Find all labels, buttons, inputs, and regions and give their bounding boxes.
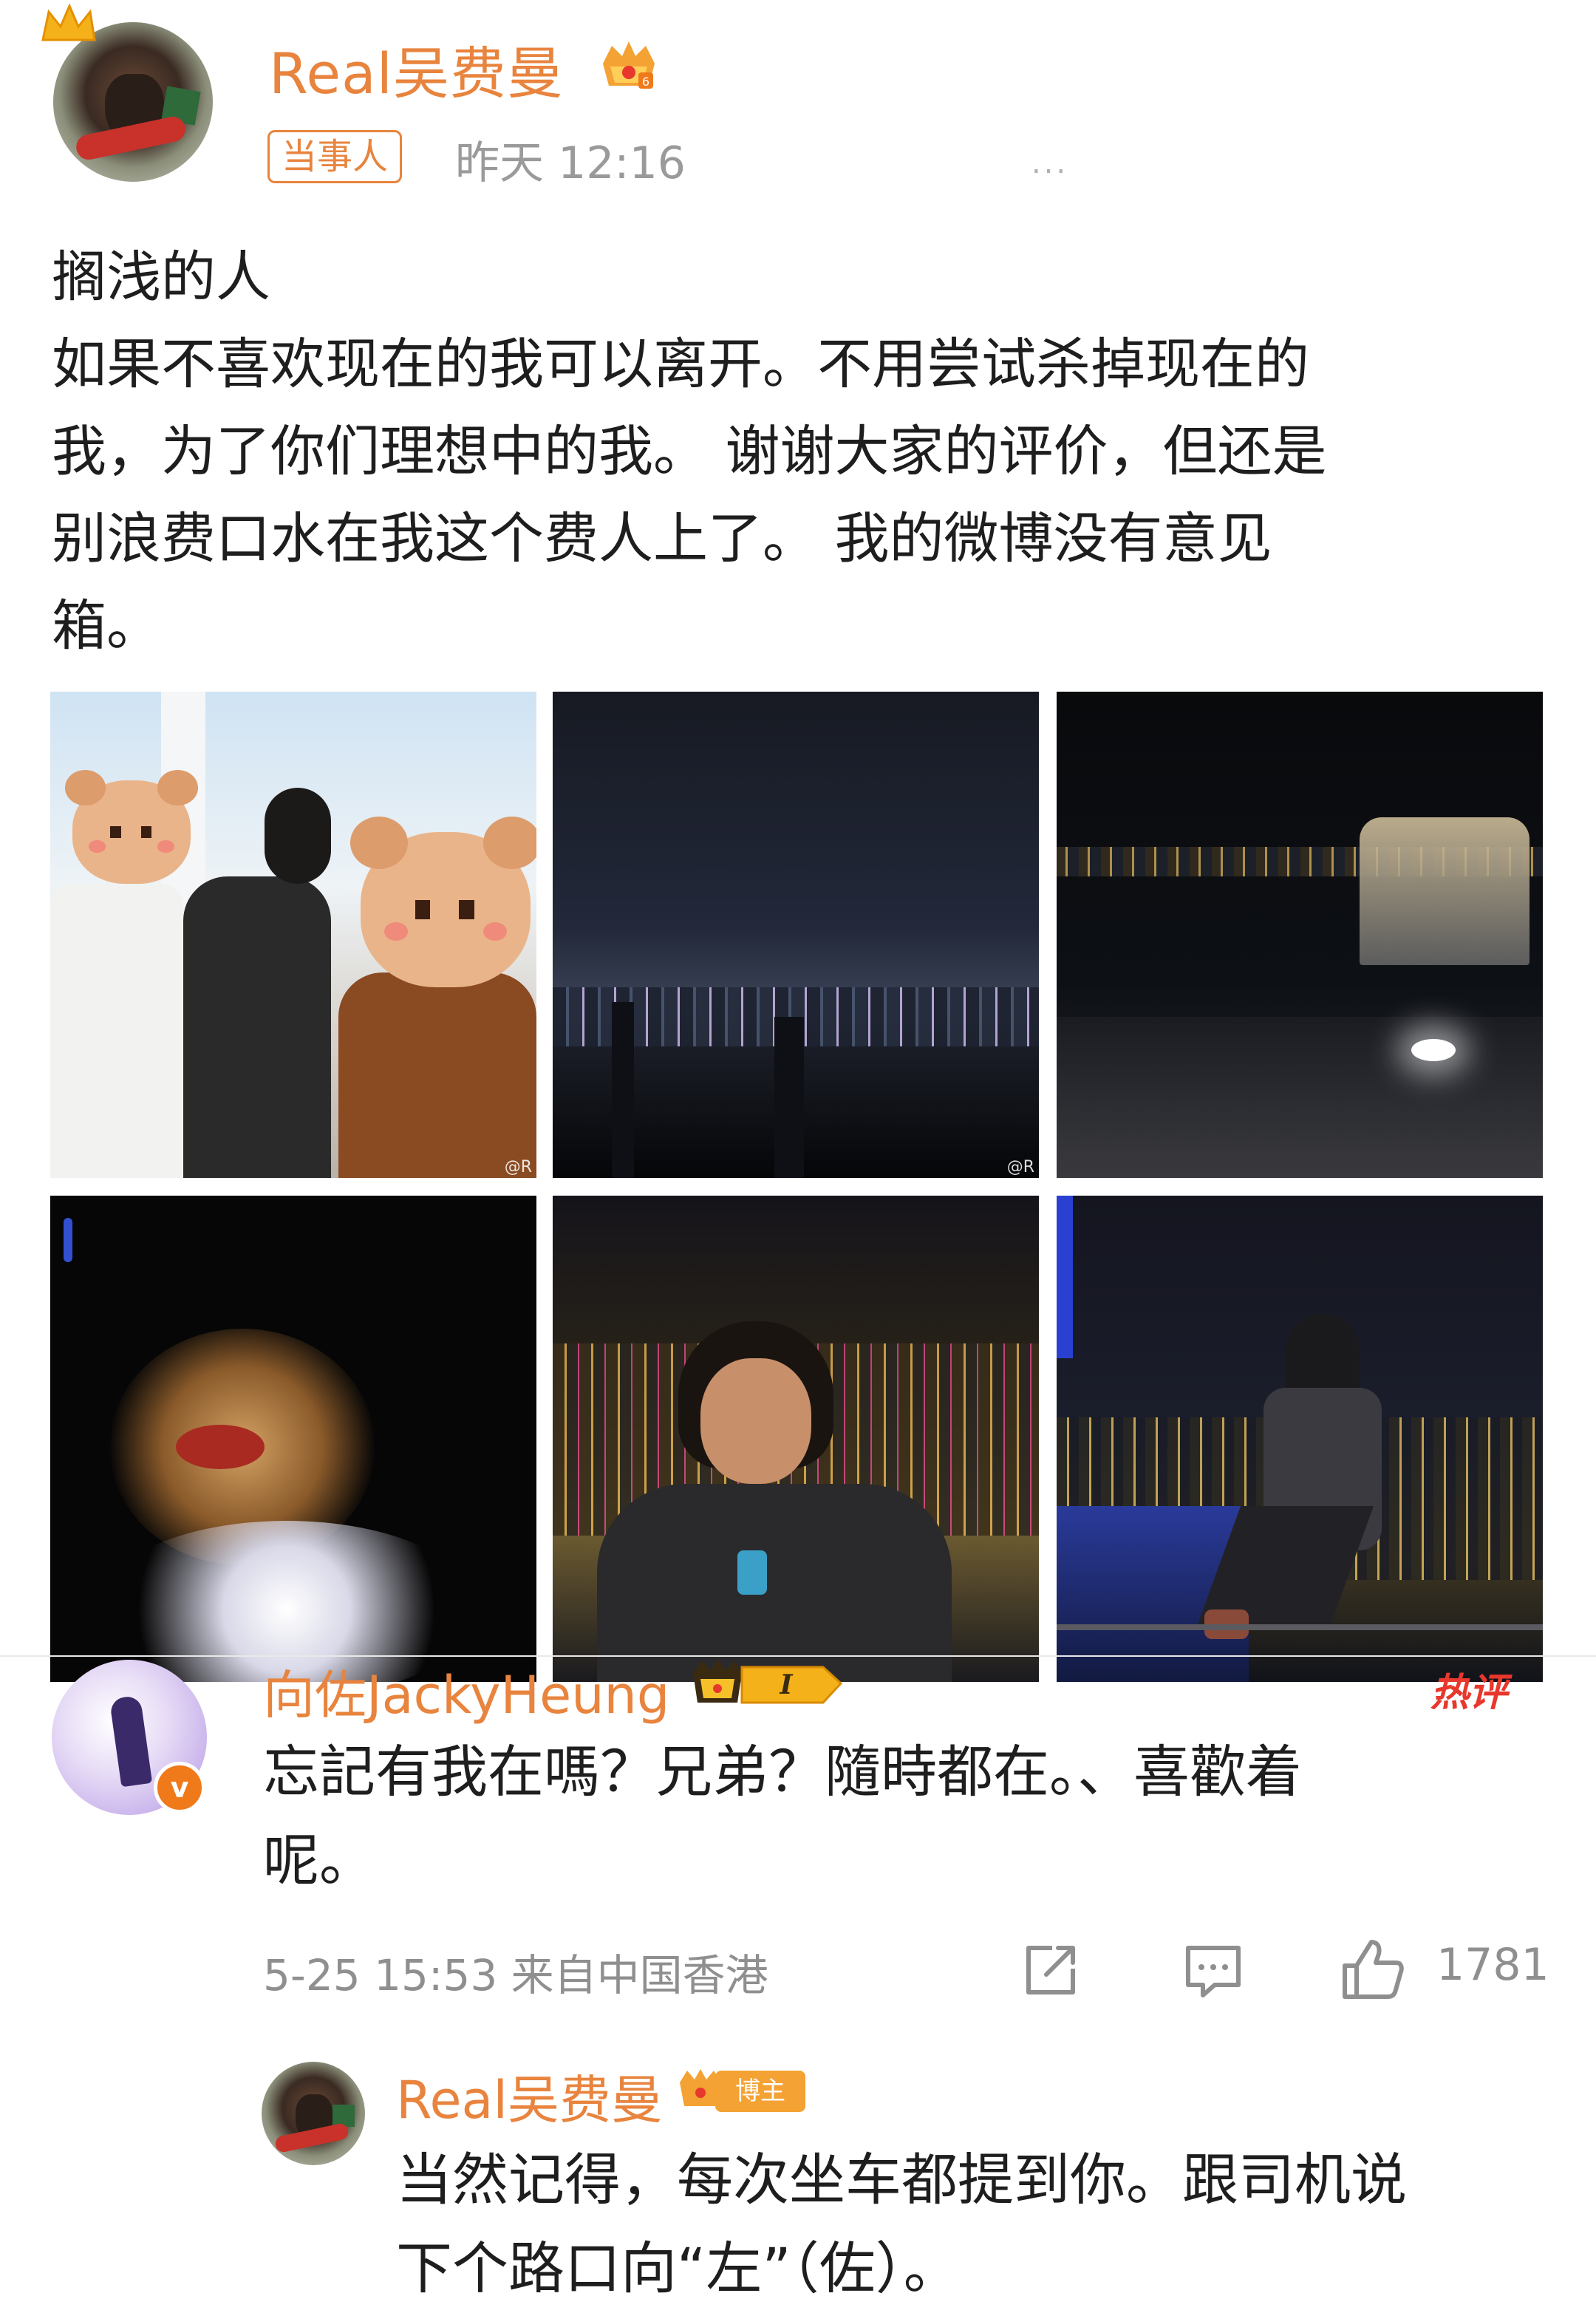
post-photo-6[interactable] xyxy=(1057,1196,1543,1682)
like-count: 1781 xyxy=(1436,1939,1549,1991)
like-thumb-icon[interactable] xyxy=(1339,1936,1405,2003)
blogger-badge-icon: 博主 xyxy=(680,2069,805,2112)
comment-text: 忘記有我在嗎？兄弟？隨時都在。、喜歡着 呢。 xyxy=(263,1728,1534,1905)
reply-line: 当然记得，每次坐车都提到你。跟司机说 xyxy=(396,2147,1407,2212)
blogger-badge-text: 博主 xyxy=(735,2077,785,2106)
vip-level-badge-icon[interactable]: I xyxy=(690,1657,845,1710)
reply-text: 当然记得，每次坐车都提到你。跟司机说 下个路口向“左”（佐）。 xyxy=(396,2136,1549,2313)
comment-meta: 5-25 15:53 来自中国香港 xyxy=(263,1950,768,2000)
post-line: 如果不喜欢现在的我可以离开。不用尝试杀掉现在的 xyxy=(52,333,1309,396)
post-line: 我，为了你们理想中的我。 谢谢大家的评价，但还是 xyxy=(52,420,1327,483)
reply-author-avatar[interactable] xyxy=(262,2062,365,2165)
verified-badge: v xyxy=(154,1762,205,1813)
comment-line: 忘記有我在嗎？兄弟？隨時都在。、喜歡着 xyxy=(263,1739,1302,1805)
hot-comment-tag: 热评 xyxy=(1430,1671,1508,1715)
post-photo-4[interactable] xyxy=(50,1196,536,1682)
post-line: 别浪费口水在我这个费人上了。 我的微博没有意见 xyxy=(52,507,1272,570)
post-photo-1[interactable]: @R xyxy=(50,692,536,1178)
post-photo-3[interactable] xyxy=(1057,692,1543,1178)
vip-level: I xyxy=(780,1669,794,1700)
vip-crown-badge-icon[interactable]: 6 xyxy=(597,34,661,95)
svg-text:6: 6 xyxy=(642,75,649,89)
post-photo-5[interactable] xyxy=(553,1196,1039,1682)
comment-icon[interactable] xyxy=(1182,1939,1244,2001)
reply-line: 下个路口向“左”（佐）。 xyxy=(396,2235,960,2301)
post-line: 箱。 xyxy=(52,594,161,658)
author-name[interactable]: Real吴费曼 xyxy=(269,28,564,109)
commenter-name[interactable]: 向佐JackyHeung xyxy=(263,1654,669,1728)
more-options[interactable]: ... xyxy=(1031,146,1068,180)
post-time: 昨天 12:16 xyxy=(455,137,686,189)
post-photo-2[interactable]: @R xyxy=(553,692,1039,1178)
photo-watermark: @R xyxy=(504,1158,532,1176)
post-line: 搁浅的人 xyxy=(52,245,270,309)
photo-watermark: @R xyxy=(1006,1158,1034,1176)
crown-decoration-icon xyxy=(41,3,96,41)
party-tag: 当事人 xyxy=(267,130,403,183)
post-body: 搁浅的人 如果不喜欢现在的我可以离开。不用尝试杀掉现在的 我，为了你们理想中的我… xyxy=(52,234,1544,670)
share-icon[interactable] xyxy=(1020,1939,1082,2001)
reply-author-name[interactable]: Real吴费曼 xyxy=(396,2059,663,2133)
comment-line: 呢。 xyxy=(263,1827,375,1893)
